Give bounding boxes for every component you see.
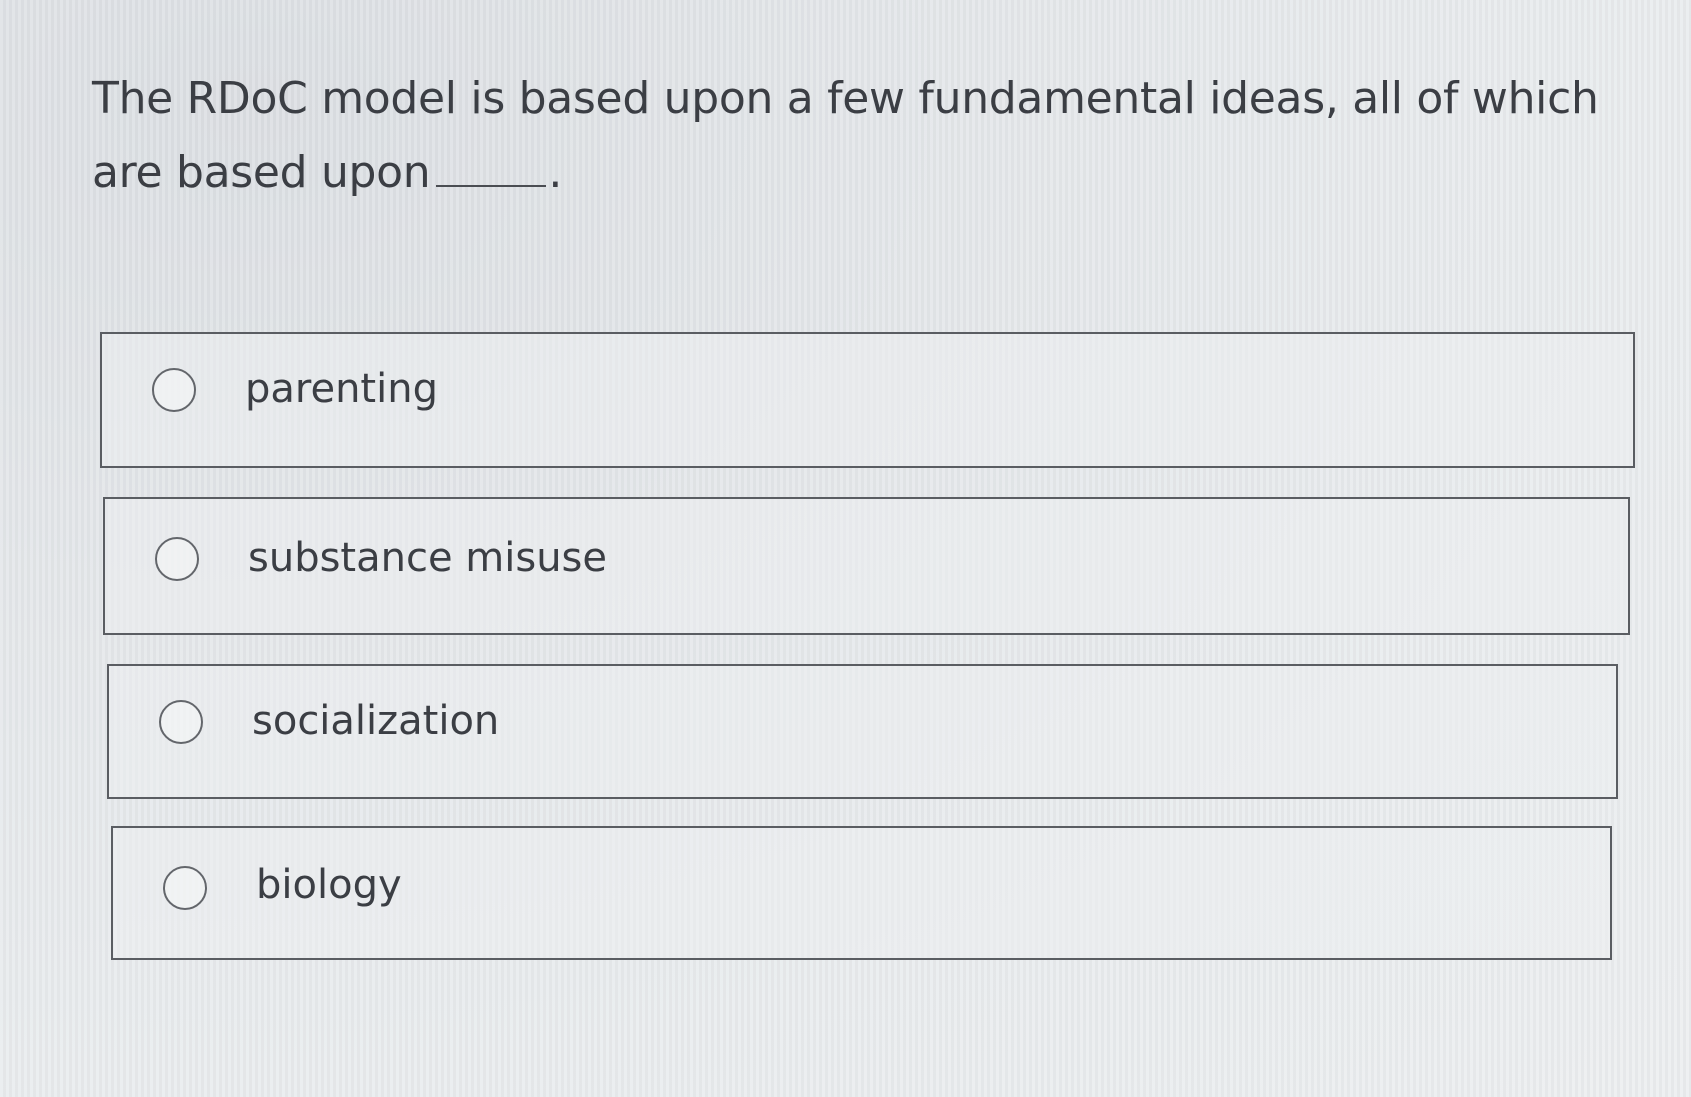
- option-label: biology: [256, 862, 402, 908]
- option-label: parenting: [245, 366, 438, 412]
- option-socialization[interactable]: socialization: [107, 664, 1618, 799]
- answer-blank: [436, 149, 547, 187]
- option-label: substance misuse: [248, 535, 608, 581]
- question-period: .: [548, 147, 563, 198]
- option-parenting[interactable]: parenting: [100, 332, 1635, 468]
- option-label: socialization: [252, 698, 500, 744]
- radio-button-icon[interactable]: [155, 537, 199, 581]
- option-substance-misuse[interactable]: substance misuse: [103, 497, 1630, 635]
- radio-button-icon[interactable]: [159, 700, 203, 744]
- radio-button-icon[interactable]: [163, 866, 207, 910]
- question-prompt: The RDoC model is based upon a few funda…: [92, 73, 1599, 198]
- radio-button-icon[interactable]: [152, 368, 196, 412]
- option-biology[interactable]: biology: [111, 826, 1612, 960]
- question-text: The RDoC model is based upon a few funda…: [92, 62, 1652, 210]
